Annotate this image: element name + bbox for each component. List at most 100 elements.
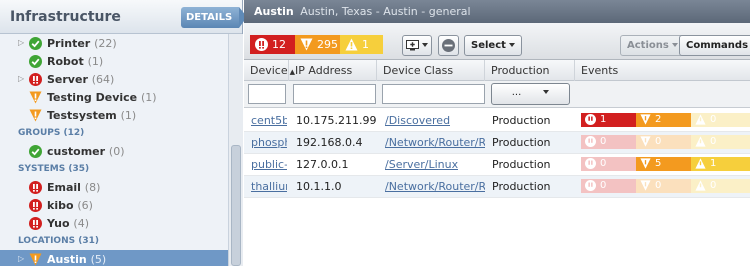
device-filter-input[interactable] — [248, 84, 286, 104]
navigation-tree: ▷ Printer (22) Robot (1) ▷ Server (64) T… — [0, 34, 228, 266]
critical-event-count[interactable]: 12 — [250, 35, 295, 54]
event-count: 0 — [710, 114, 717, 125]
device-name-link[interactable]: cent5bi.z — [251, 114, 287, 127]
critical-event-badge[interactable]: 0 — [581, 157, 636, 171]
select-menu-button[interactable]: Select — [464, 35, 522, 56]
status-error-icon — [29, 253, 42, 266]
tree-item-count: (1) — [87, 55, 104, 68]
device-name-link[interactable]: public-de — [251, 158, 287, 171]
locations-heading-label: LOCATIONS (31) — [18, 236, 99, 246]
tree-item-robot[interactable]: Robot (1) — [0, 52, 228, 70]
tree-item-yuo[interactable]: Yuo (4) — [0, 214, 228, 232]
toolbar: 12 295 1 Select Actions Commands — [244, 23, 750, 66]
device-class-link[interactable]: /Network/Router/RSM — [385, 180, 485, 193]
device-class-link[interactable]: /Server/Linux — [385, 158, 458, 171]
production-state-cell: Production — [492, 114, 551, 127]
tree-item-count: (22) — [94, 37, 117, 50]
error-icon — [640, 180, 651, 191]
warning-event-badge[interactable]: 0 — [691, 179, 750, 193]
table-row[interactable]: public-de 127.0.0.1/Server/Linux Productio… — [244, 154, 750, 176]
tree-item-printer[interactable]: ▷ Printer (22) — [0, 34, 228, 52]
column-header-device[interactable]: Device ▲ — [244, 60, 295, 81]
device-class-link[interactable]: /Network/Router/RSM — [385, 136, 485, 149]
context-subtitle: Austin, Texas - Austin - general — [300, 5, 471, 18]
tree-item-count: (1) — [120, 109, 137, 122]
expand-arrow-icon[interactable]: ▷ — [18, 38, 24, 47]
error-icon — [640, 136, 651, 147]
device-panel: Austin Austin, Texas - Austin - general … — [244, 0, 750, 266]
tree-item-server[interactable]: ▷ Server (64) — [0, 70, 228, 88]
production-state-filter[interactable]: ... — [491, 83, 570, 105]
error-event-badge[interactable]: 0 — [636, 179, 691, 193]
groups-heading[interactable]: GROUPS (12) — [0, 124, 228, 142]
chevron-down-icon — [671, 43, 678, 47]
actions-menu-button[interactable]: Actions — [620, 35, 685, 56]
event-count: 1 — [710, 158, 717, 169]
event-count: 0 — [710, 180, 717, 191]
warning-event-badge[interactable]: 1 — [691, 157, 750, 171]
select-label: Select — [471, 40, 506, 51]
commands-menu-button[interactable]: Commands — [679, 35, 750, 66]
table-row[interactable]: thallium.z 10.1.1.0/Network/Router/RSM Pro… — [244, 176, 750, 198]
warning-icon — [695, 180, 706, 191]
column-header-device-class[interactable]: Device Class — [377, 60, 485, 81]
critical-icon — [585, 114, 596, 125]
column-header-production-state[interactable]: Production State — [485, 60, 575, 98]
critical-count-label: 12 — [272, 38, 286, 51]
chevron-down-icon — [543, 90, 550, 94]
column-header-ip-address[interactable]: IP Address — [289, 60, 377, 81]
event-count: 0 — [600, 158, 607, 169]
systems-heading[interactable]: SYSTEMS (35) — [0, 160, 228, 178]
critical-event-badge[interactable]: 0 — [581, 135, 636, 149]
device-class-link[interactable]: /Discovered — [385, 114, 450, 127]
details-button[interactable]: DETAILS — [181, 7, 247, 28]
column-label: IP Address — [295, 64, 353, 77]
add-device-menu-button[interactable] — [402, 35, 432, 56]
ip-address-cell: 127.0.0.1 — [296, 158, 349, 171]
table-row[interactable]: cent5bi.z 10.175.211.99/Discovered Product… — [244, 110, 750, 132]
column-label: Device Class — [383, 64, 454, 77]
tree-item-label: Email — [47, 181, 81, 194]
scrollbar-thumb[interactable] — [231, 145, 241, 266]
status-critical-icon — [29, 217, 42, 230]
tree-item-kibo[interactable]: kibo (6) — [0, 196, 228, 214]
device-class-filter-input[interactable] — [382, 84, 485, 104]
event-count: 5 — [655, 158, 662, 169]
tree-item-austin[interactable]: ▷ Austin (5) — [0, 250, 228, 266]
warning-event-badge[interactable]: 0 — [691, 113, 750, 127]
tree-item-count: (6) — [77, 199, 93, 212]
production-state-cell: Production — [492, 180, 551, 193]
tree-item-testing-device[interactable]: Testing Device (1) — [0, 88, 228, 106]
commands-label: Commands — [686, 40, 749, 51]
table-row[interactable]: phospho 192.168.0.4/Network/Router/RSM Pro… — [244, 132, 750, 154]
tree-item-label: Testsystem — [47, 109, 117, 122]
warning-event-badge[interactable]: 0 — [691, 135, 750, 149]
tree-scrollbar[interactable] — [228, 34, 243, 266]
tree-item-testsystem[interactable]: Testsystem (1) — [0, 106, 228, 124]
critical-event-badge[interactable]: 0 — [581, 179, 636, 193]
warning-icon — [695, 158, 706, 169]
column-header-events[interactable]: Events — [575, 60, 750, 81]
locations-heading[interactable]: LOCATIONS (31) — [0, 232, 228, 250]
tree-item-email[interactable]: Email (8) — [0, 178, 228, 196]
critical-icon — [585, 158, 596, 169]
warning-event-count[interactable]: 1 — [340, 35, 383, 54]
error-event-badge[interactable]: 5 — [636, 157, 691, 171]
add-device-icon — [406, 39, 419, 50]
tree-item-customer[interactable]: customer (0) — [0, 142, 228, 160]
critical-event-badge[interactable]: 1 — [581, 113, 636, 127]
panel-title: Infrastructure — [10, 9, 121, 25]
error-event-count[interactable]: 295 — [295, 35, 340, 54]
expand-arrow-icon[interactable]: ▷ — [18, 74, 24, 83]
tree-item-label: Austin — [47, 253, 87, 266]
expand-arrow-icon[interactable]: ▷ — [18, 254, 24, 263]
error-event-badge[interactable]: 0 — [636, 135, 691, 149]
device-name-link[interactable]: thallium.z — [251, 180, 287, 193]
remove-device-button[interactable] — [438, 35, 459, 56]
error-icon — [300, 38, 313, 51]
ip-address-cell: 10.1.1.0 — [296, 180, 342, 193]
critical-icon — [255, 38, 268, 51]
error-event-badge[interactable]: 2 — [636, 113, 691, 127]
ip-filter-input[interactable] — [293, 84, 376, 104]
device-name-link[interactable]: phospho — [251, 136, 287, 149]
